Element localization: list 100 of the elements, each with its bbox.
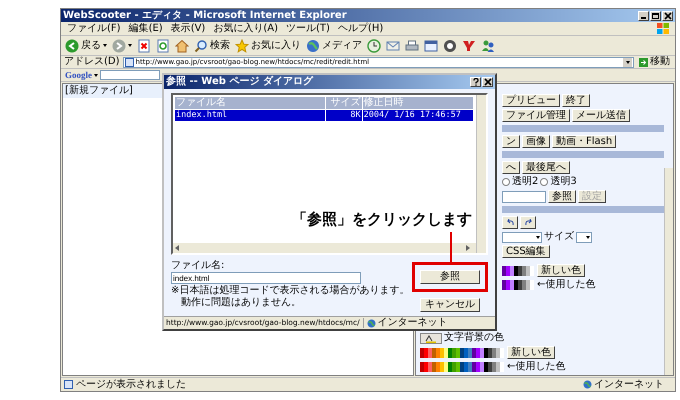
scroll-bar[interactable] (664, 168, 673, 375)
search-icon[interactable] (194, 38, 208, 52)
color-swatch[interactable] (510, 280, 514, 290)
color-swatch[interactable] (420, 348, 424, 358)
color-swatch[interactable] (444, 348, 448, 358)
color-swatch[interactable] (530, 280, 534, 290)
color-swatch[interactable] (452, 348, 456, 358)
css-button[interactable]: CSS編集 (502, 245, 550, 258)
scroll-bar[interactable] (173, 243, 476, 253)
left-arrow-icon[interactable] (175, 245, 179, 251)
panel-button[interactable]: 画像 (522, 135, 550, 148)
color-swatch[interactable] (502, 280, 506, 290)
search-field[interactable] (100, 70, 160, 80)
color-swatch[interactable] (432, 348, 436, 358)
filename-field[interactable]: index.html (171, 272, 361, 284)
color-swatch[interactable] (448, 348, 452, 358)
scroll-bar[interactable] (476, 95, 486, 253)
color-swatch[interactable] (500, 362, 504, 372)
panel-button[interactable]: 終了 (562, 94, 590, 107)
color-swatch[interactable] (460, 348, 464, 358)
redo-button[interactable] (520, 216, 536, 229)
color-swatch[interactable] (464, 362, 468, 372)
table-cell[interactable]: 8K (326, 110, 362, 121)
color-swatch[interactable] (432, 362, 436, 372)
radio-button[interactable] (502, 178, 510, 186)
color-swatch[interactable] (424, 362, 428, 372)
panel-button[interactable]: ン (502, 135, 520, 148)
menu-item[interactable]: 編集(E) (128, 22, 163, 34)
menu-item[interactable]: 表示(V) (170, 22, 206, 34)
panel-button[interactable]: メール送信 (572, 109, 630, 122)
home-icon[interactable] (175, 38, 189, 52)
color-swatch[interactable] (530, 266, 534, 276)
help-icon[interactable] (470, 77, 481, 87)
toolbar-label[interactable]: 検索 (210, 40, 230, 52)
color-swatch[interactable] (492, 348, 496, 358)
color-swatch[interactable] (424, 348, 428, 358)
color-swatch[interactable] (518, 266, 522, 276)
color-swatch[interactable] (480, 362, 484, 372)
color-swatch[interactable] (476, 348, 480, 358)
color-swatch[interactable] (506, 266, 510, 276)
color-swatch[interactable] (468, 348, 472, 358)
toolbar-label[interactable]: メディア (322, 40, 362, 52)
color-swatch[interactable] (444, 362, 448, 372)
color-swatch[interactable] (488, 362, 492, 372)
undo-button[interactable] (502, 216, 518, 229)
close-icon[interactable] (482, 77, 493, 87)
globe-icon[interactable] (306, 38, 320, 52)
panel-button[interactable]: 参照 (548, 190, 576, 203)
color-swatch[interactable] (472, 348, 476, 358)
color-swatch[interactable] (502, 266, 506, 276)
panel-button[interactable]: へ (502, 161, 520, 174)
people-icon[interactable] (481, 38, 495, 52)
clock-icon[interactable] (367, 38, 381, 52)
circle-icon[interactable] (443, 38, 457, 52)
dialog-button[interactable]: キャンセル (420, 298, 480, 312)
file-field[interactable] (502, 190, 546, 202)
radio-button[interactable] (540, 178, 548, 186)
color-swatch[interactable] (440, 348, 444, 358)
color-swatch[interactable] (526, 266, 530, 276)
color-swatch[interactable] (420, 362, 424, 372)
color-swatch[interactable] (456, 362, 460, 372)
color-swatch[interactable] (460, 362, 464, 372)
color-swatch[interactable] (428, 348, 432, 358)
menu-item[interactable]: お気に入り(A) (213, 22, 278, 34)
size-select[interactable] (576, 232, 592, 242)
color-swatch[interactable] (514, 280, 518, 290)
panel-button[interactable]: ファイル管理 (502, 109, 570, 122)
color-swatch[interactable] (522, 266, 526, 276)
color-swatch[interactable] (518, 280, 522, 290)
right-arrow-icon[interactable] (466, 245, 470, 251)
color-swatch[interactable] (510, 266, 514, 276)
color-swatch[interactable] (436, 362, 440, 372)
go-button[interactable]: 移動 (637, 56, 672, 68)
color-swatch[interactable] (488, 348, 492, 358)
dropdown-arrow-icon[interactable] (626, 60, 630, 64)
color-swatch[interactable] (526, 280, 530, 290)
star-icon[interactable] (235, 38, 249, 52)
color-swatch[interactable] (452, 362, 456, 372)
color-swatch[interactable] (472, 362, 476, 372)
new-color-button[interactable]: 新しい色 (537, 264, 585, 277)
dropdown-arrow-icon[interactable] (128, 44, 132, 47)
color-swatch[interactable] (456, 348, 460, 358)
color-swatch[interactable] (506, 280, 510, 290)
panel-button[interactable]: 最後尾へ (522, 161, 570, 174)
color-swatch[interactable] (496, 348, 500, 358)
color-swatch[interactable] (448, 362, 452, 372)
toolbar-label[interactable]: お気に入り (251, 40, 301, 52)
color-swatch[interactable] (440, 362, 444, 372)
maximize-icon[interactable] (650, 10, 661, 20)
color-swatch[interactable] (514, 266, 518, 276)
menu-item[interactable]: ヘルプ(H) (338, 22, 384, 34)
toolbar-label[interactable]: 戻る (81, 40, 101, 52)
color-swatch[interactable] (492, 362, 496, 372)
color-swatch[interactable] (436, 348, 440, 358)
refresh-icon[interactable] (156, 38, 170, 52)
new-color-button[interactable]: 新しい色 (507, 346, 555, 359)
document-icon[interactable] (424, 38, 438, 52)
printer-icon[interactable] (405, 38, 419, 52)
color-swatch[interactable] (522, 280, 526, 290)
envelope-icon[interactable] (386, 38, 400, 52)
